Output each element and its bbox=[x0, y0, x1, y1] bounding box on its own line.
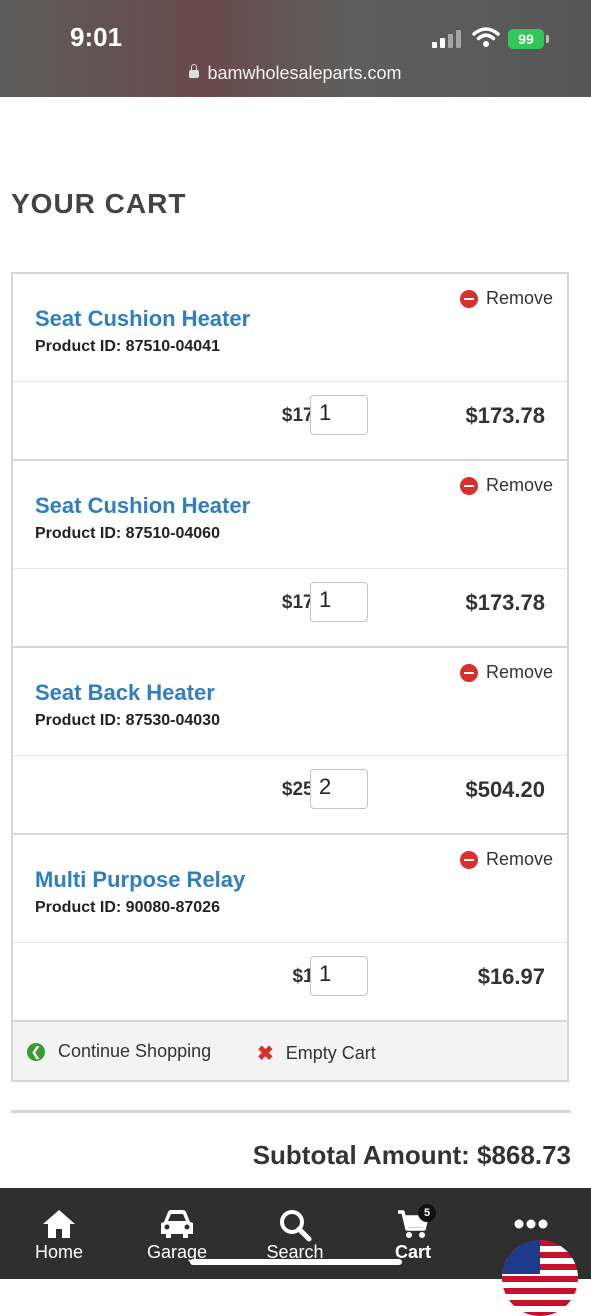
car-icon bbox=[161, 1210, 193, 1238]
remove-button[interactable]: Remove bbox=[459, 849, 553, 870]
wifi-icon bbox=[472, 27, 500, 47]
arrow-left-icon: ❮ bbox=[27, 1042, 45, 1061]
line-total: $173.78 bbox=[465, 403, 545, 428]
quantity-input[interactable]: 1 bbox=[310, 956, 368, 996]
us-flag-icon[interactable] bbox=[502, 1240, 578, 1316]
product-id: Product ID: 87530-04030 bbox=[35, 712, 220, 729]
remove-button[interactable]: Remove bbox=[459, 288, 553, 309]
page-title: YOUR CART bbox=[11, 188, 187, 219]
product-id: Product ID: 90080-87026 bbox=[35, 899, 220, 916]
tab-search[interactable]: Search bbox=[236, 1188, 354, 1279]
product-id: Product ID: 87510-04060 bbox=[35, 525, 220, 542]
cart-table: Remove Seat Cushion Heater Product ID: 8… bbox=[11, 272, 569, 1082]
cart-item: Remove Seat Cushion Heater Product ID: 8… bbox=[13, 274, 567, 461]
continue-shopping-label: Continue Shopping bbox=[58, 1041, 212, 1061]
lock-icon bbox=[189, 64, 200, 78]
cart-item: Remove Seat Back Heater Product ID: 8753… bbox=[13, 648, 567, 835]
product-name-link[interactable]: Seat Cushion Heater bbox=[35, 306, 250, 332]
home-indicator bbox=[190, 1259, 402, 1265]
more-icon bbox=[514, 1219, 548, 1229]
remove-label: Remove bbox=[485, 662, 553, 682]
cellular-signal-icon bbox=[432, 30, 462, 48]
continue-shopping-button[interactable]: ❮ Continue Shopping bbox=[27, 1041, 211, 1062]
remove-label: Remove bbox=[485, 849, 553, 869]
flag-canton bbox=[502, 1240, 540, 1274]
remove-icon bbox=[459, 289, 478, 308]
remove-button[interactable]: Remove bbox=[459, 475, 553, 496]
status-bar: 9:01 99 bamwholesaleparts.com bbox=[0, 0, 591, 97]
divider bbox=[11, 1110, 571, 1113]
battery-tip bbox=[546, 35, 549, 43]
subtotal-amount: Subtotal Amount: $868.73 bbox=[252, 1140, 571, 1170]
remove-icon bbox=[459, 663, 478, 682]
close-icon: ✖ bbox=[257, 1043, 274, 1065]
cart-item: Remove Seat Cushion Heater Product ID: 8… bbox=[13, 461, 567, 648]
remove-button[interactable]: Remove bbox=[459, 662, 553, 683]
remove-label: Remove bbox=[485, 475, 553, 495]
line-total: $173.78 bbox=[465, 590, 545, 615]
line-total: $16.97 bbox=[477, 964, 545, 989]
search-icon bbox=[280, 1210, 312, 1242]
product-name-link[interactable]: Multi Purpose Relay bbox=[35, 867, 245, 893]
tab-home-label: Home bbox=[34, 1242, 83, 1262]
product-name-link[interactable]: Seat Cushion Heater bbox=[35, 493, 250, 519]
tab-cart[interactable]: 5 Cart bbox=[354, 1188, 472, 1279]
remove-icon bbox=[459, 850, 478, 869]
quantity-input[interactable]: 1 bbox=[310, 582, 368, 622]
empty-cart-button[interactable]: ✖ Empty Cart bbox=[257, 1041, 376, 1066]
remove-label: Remove bbox=[485, 288, 553, 308]
empty-cart-label: Empty Cart bbox=[285, 1043, 376, 1063]
remove-icon bbox=[459, 476, 478, 495]
quantity-input[interactable]: 2 bbox=[310, 769, 368, 809]
home-icon bbox=[43, 1210, 75, 1238]
line-total: $504.20 bbox=[465, 777, 545, 802]
quantity-input[interactable]: 1 bbox=[310, 395, 368, 435]
status-time: 9:01 bbox=[70, 22, 123, 52]
cart-item: Remove Multi Purpose Relay Product ID: 9… bbox=[13, 835, 567, 1022]
cart-count-badge: 5 bbox=[418, 1204, 436, 1222]
url-text: bamwholesaleparts.com bbox=[207, 63, 402, 83]
battery-icon: 99 bbox=[508, 29, 544, 49]
tab-home[interactable]: Home bbox=[0, 1188, 118, 1279]
address-bar[interactable]: bamwholesaleparts.com bbox=[0, 63, 591, 84]
product-id: Product ID: 87510-04041 bbox=[35, 338, 220, 355]
tab-garage[interactable]: Garage bbox=[118, 1188, 236, 1279]
cart-actions: ❮ Continue Shopping ✖ Empty Cart bbox=[13, 1022, 567, 1080]
product-name-link[interactable]: Seat Back Heater bbox=[35, 680, 215, 706]
